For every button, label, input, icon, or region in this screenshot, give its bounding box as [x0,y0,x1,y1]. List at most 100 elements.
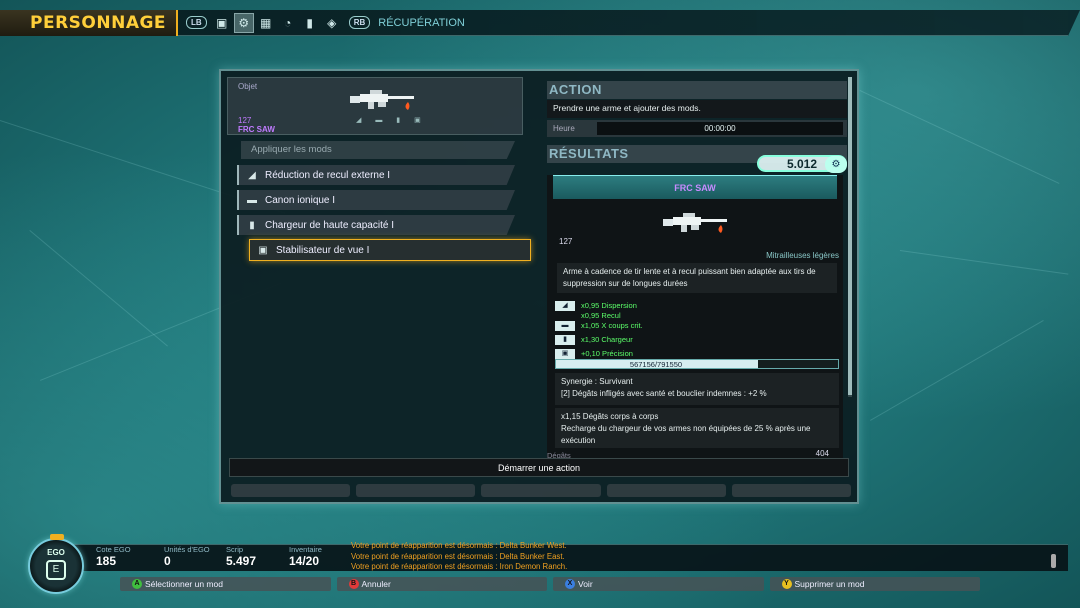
stat-row: ▮ x1,30 Chargeur [555,335,633,346]
mod-item-selected[interactable]: ▣ Stabilisateur de vue I [249,239,531,261]
scope-icon: ▣ [258,244,268,256]
damage-value: 404 [815,449,829,458]
section-label: RÉCUPÉRATION [378,16,465,29]
object-level: 127 [238,116,252,125]
button-prompts: A Sélectionner un mod B Annuler X Voir Y… [120,577,980,591]
scrip-value: 5.497 [226,554,257,568]
stat-text: x1,05 X coups crit. [581,321,643,330]
gear-score: 5.012 [787,156,818,171]
scrip: Scrip 5.497 [226,545,256,568]
stat-row: x0,95 Recul [555,311,621,320]
message-log: Votre point de réapparition est désormai… [351,541,567,573]
weapon-type: Mitrailleuses légères [766,251,839,260]
stat-text: x0,95 Recul [581,311,621,320]
inventory: Inventaire 14/20 [289,545,322,568]
prompt-view[interactable]: X Voir [553,577,764,591]
action-title: ACTION [547,81,847,99]
action-slot[interactable] [356,484,476,497]
prompt-cancel[interactable]: B Annuler [336,577,547,591]
background-line [870,320,1044,421]
mod-item[interactable]: ▮ Chargeur de haute capacité I [237,215,515,235]
prompt-select-mod[interactable]: A Sélectionner un mod [120,577,331,591]
synergy-title: Synergie : Survivant [561,377,633,386]
action-slot[interactable] [231,484,351,497]
ego-units-value: 0 [164,554,171,568]
stat-row: ▬ x1,05 X coups crit. [555,321,643,332]
magazine-icon: ▮ [555,335,575,346]
stat-row: ▣ +0,10 Précision [555,349,633,360]
prompt-remove-mod[interactable]: Y Supprimer un mod [769,577,980,591]
inventory-value: 14/20 [289,554,320,568]
message-log-scrollbar[interactable] [1051,554,1056,568]
object-card[interactable]: Objet ◢ ▬ ▮ ▣ 127 FRC SAW [227,77,523,135]
ego-units-label: Unités d'EGO [164,545,210,554]
b-button-icon: B [348,579,359,589]
ego-indicator [50,534,64,540]
prompt-label: Annuler [361,579,391,589]
object-label: Objet [238,82,258,91]
mod-label: Canon ionique I [265,194,336,206]
log-message: Votre point de réapparition est désormai… [351,562,568,571]
crafting-icon[interactable]: ⚙ [233,12,254,33]
result-weapon-name: FRC SAW [553,175,837,199]
log-message: Votre point de réapparition est désormai… [351,541,567,550]
inventory-label: Inventaire [289,545,322,554]
stat-text: x1,30 Chargeur [581,335,633,344]
perk-block: x1,15 Dégâts corps à corps Recharge du c… [555,408,839,448]
xp-progress-text: 567156/791550 [629,360,683,369]
background-line [859,90,1060,184]
time-value: 00:00:00 [597,122,843,135]
page-title-tab: PERSONNAGE [0,9,179,36]
barrel-icon: ▬ [247,194,257,206]
mod-item[interactable]: ▬ Canon ionique I [237,190,515,210]
perk-line: Recharge du chargeur de vos armes non éq… [561,424,811,445]
machine-gun-icon [663,213,727,233]
barrel-icon: ▬ [555,321,575,332]
stats-icon[interactable]: ▮ [301,14,319,32]
bottom-hud: EGO E Cote EGO 185 Unités d'EGO 0 Scrip … [0,534,1080,608]
synergy-effect: [2] Dégâts infligés avec santé et boucli… [561,389,767,398]
ego-label: EGO [47,548,65,557]
action-slot[interactable] [481,484,601,497]
x-button-icon: X [565,579,575,589]
synergy-block: Synergie : Survivant [2] Dégâts infligés… [555,373,839,405]
radar-icon[interactable]: ◔ [279,14,297,32]
prompt-label: Voir [578,579,593,589]
prompt-label: Supprimer un mod [794,579,865,589]
action-description: Prendre une arme et ajouter des mods. [547,100,847,118]
ego-emblem-icon: E [46,560,66,580]
ego-rating-label: Cote EGO [96,545,131,554]
scrip-label: Scrip [226,545,244,554]
y-button-icon: Y [781,579,792,589]
lb-button[interactable]: LB [186,16,207,29]
perk-line: x1,15 Dégâts corps à corps [561,412,659,421]
results-scrollbar-thumb[interactable] [848,77,852,395]
mod-label: Réduction de recul externe I [265,169,391,181]
results-scrollbar[interactable] [848,77,852,397]
top-navigation-bar: PERSONNAGE LB ▣ ⚙ ▦ ◔ ▮ ◈ RB RÉCUPÉRATIO… [0,9,1080,36]
a-button-icon: A [132,579,142,589]
mod-label: Chargeur de haute capacité I [265,219,394,231]
background-line [899,250,1069,275]
grid-icon[interactable]: ▦ [257,14,275,32]
results-card: FRC SAW 127 Mitrailleuses légères Arme à… [547,175,843,465]
magazine-icon: ▮ [249,219,255,231]
inventory-icon[interactable]: ▣ [213,14,231,32]
ego-rating: Cote EGO 185 [96,545,131,568]
action-slot[interactable] [606,484,726,497]
ego-units: Unités d'EGO 0 [164,545,210,568]
ego-rating-value: 185 [96,554,117,568]
rb-button[interactable]: RB [348,16,371,29]
scrip-icon[interactable]: ◈ [323,14,341,32]
crafting-panel: Objet ◢ ▬ ▮ ▣ 127 FRC SAW Appliquer les … [219,69,859,504]
ego-badge: EGO E [28,534,84,594]
time-label: Heure [553,124,575,133]
log-message: Votre point de réapparition est désormai… [351,551,565,561]
start-action-button[interactable]: Démarrer une action [229,458,849,477]
gear-score-icon: ⚙ [825,156,847,173]
mod-item[interactable]: ◢ Réduction de recul externe I [237,165,515,185]
xp-progress-bar: 567156/791550 [555,359,839,369]
action-slot[interactable] [731,484,852,497]
action-slots [231,484,852,498]
machine-gun-icon [350,90,414,110]
